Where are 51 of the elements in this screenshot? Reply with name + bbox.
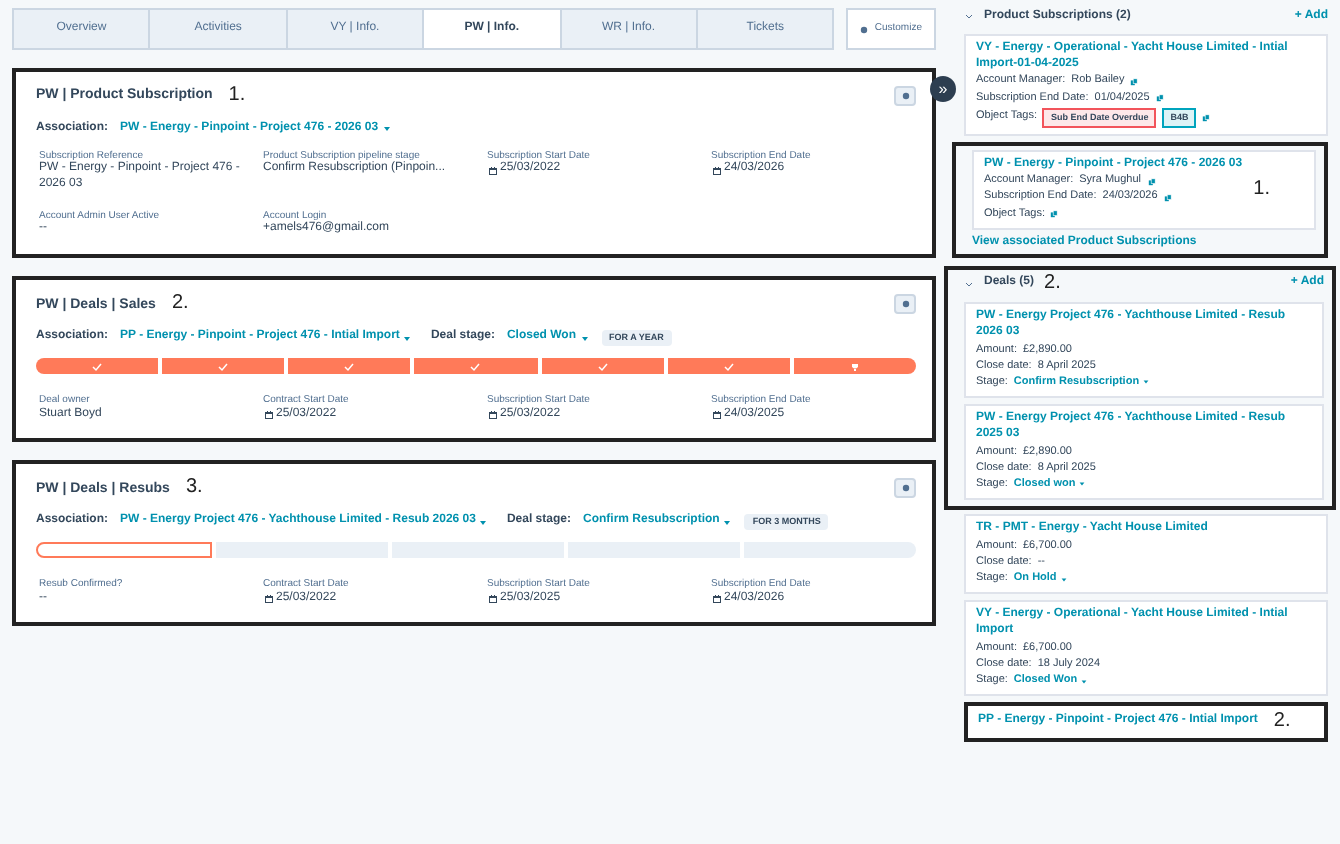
calendar-icon — [711, 165, 721, 176]
caret-icon — [722, 517, 733, 528]
trophy-icon — [849, 361, 860, 372]
pipeline-stage[interactable] — [36, 542, 212, 559]
check-icon — [218, 361, 229, 372]
caret-icon — [1059, 575, 1068, 584]
check-icon — [723, 361, 734, 372]
copy-icon — [1202, 113, 1211, 122]
copy-icon — [1163, 194, 1172, 203]
copy-icon — [1050, 210, 1059, 219]
pipeline-stage[interactable] — [793, 358, 916, 375]
annotation-number: 2. — [1273, 712, 1291, 733]
settings-button[interactable] — [894, 478, 916, 499]
settings-icon — [901, 300, 909, 309]
calendar-icon — [711, 594, 721, 605]
check-icon — [470, 361, 481, 372]
annotation-number: 2. — [171, 294, 189, 315]
annotation-number: 1. — [228, 86, 246, 106]
caret-icon — [402, 333, 413, 344]
caret-icon — [478, 517, 489, 528]
check-icon — [92, 361, 103, 372]
check-icon — [344, 361, 355, 372]
calendar-icon — [711, 409, 721, 420]
pipeline-stage[interactable] — [36, 358, 159, 375]
caret-icon — [1142, 378, 1151, 387]
annotation-number: 2. — [1044, 274, 1061, 295]
caret-icon — [1078, 480, 1087, 489]
calendar-icon — [487, 165, 497, 176]
settings-button[interactable] — [894, 86, 916, 106]
copy-icon — [1130, 77, 1139, 86]
pipeline-stage[interactable] — [288, 358, 411, 375]
settings-button[interactable] — [894, 294, 916, 315]
settings-icon — [901, 92, 909, 100]
pipeline-stage[interactable] — [414, 358, 538, 375]
pipeline-stage[interactable] — [541, 358, 664, 375]
annotation-number: 1. — [1253, 179, 1270, 200]
check-icon — [597, 361, 608, 372]
collapse-button[interactable]: » — [930, 76, 956, 102]
copy-icon — [1147, 177, 1156, 186]
caret-icon — [381, 124, 392, 135]
calendar-icon — [487, 594, 497, 605]
pipeline-stage[interactable] — [162, 358, 285, 375]
calendar-icon — [487, 409, 497, 420]
calendar-icon — [263, 594, 273, 605]
caret-icon — [579, 333, 590, 344]
annotation-number: 3. — [185, 478, 203, 499]
settings-icon — [901, 484, 909, 493]
calendar-icon — [263, 409, 273, 420]
copy-icon — [1155, 94, 1164, 103]
pipeline-stage[interactable] — [667, 358, 790, 375]
caret-icon — [1080, 677, 1089, 686]
